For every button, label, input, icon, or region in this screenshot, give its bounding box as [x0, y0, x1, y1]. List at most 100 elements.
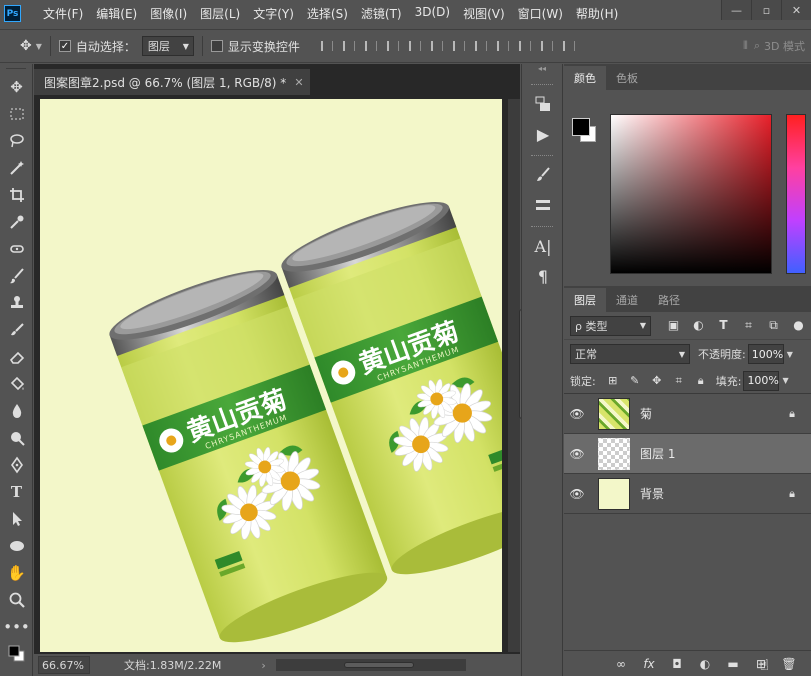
auto-select-checkbox[interactable]: ✓ — [58, 40, 71, 52]
blur-tool-icon[interactable] — [0, 397, 33, 424]
tab-color[interactable]: 颜色 — [564, 66, 606, 90]
hue-slider[interactable] — [786, 114, 806, 274]
chevron-down-icon[interactable]: ▼ — [782, 376, 788, 385]
lock-position-icon[interactable]: ✥ — [646, 374, 668, 388]
healing-brush-tool-icon[interactable] — [0, 235, 33, 262]
lock-paint-icon[interactable]: ✎ — [624, 374, 646, 388]
lock-transparency-icon[interactable]: ⊞ — [602, 374, 624, 388]
menu-type[interactable]: 文字(Y) — [253, 5, 294, 22]
distribute-left-icon[interactable] — [514, 37, 536, 55]
close-window-button[interactable]: ✕ — [781, 0, 811, 20]
stamp-tool-icon[interactable] — [0, 289, 33, 316]
eyedropper-tool-icon[interactable] — [0, 208, 33, 235]
menu-help[interactable]: 帮助(H) — [576, 5, 618, 22]
close-icon[interactable]: ✕ — [294, 76, 303, 89]
brush-presets-icon[interactable] — [522, 190, 564, 220]
chevron-down-icon[interactable]: ▼ — [36, 42, 42, 51]
link-icon[interactable]: ∞ — [607, 657, 635, 671]
align-left-icon[interactable] — [382, 37, 404, 55]
align-top-icon[interactable] — [316, 37, 338, 55]
search-icon[interactable]: ⌕ — [754, 39, 760, 53]
brush-settings-icon[interactable] — [522, 160, 564, 190]
menu-layer[interactable]: 图层(L) — [200, 5, 240, 22]
dodge-tool-icon[interactable] — [0, 424, 33, 451]
paint-bucket-tool-icon[interactable] — [0, 370, 33, 397]
shape-filter-icon[interactable]: ⌗ — [736, 318, 761, 333]
fx-icon[interactable]: fx — [635, 657, 663, 671]
lasso-tool-icon[interactable] — [0, 127, 33, 154]
distribute-right-icon[interactable] — [558, 37, 580, 55]
path-selection-tool-icon[interactable] — [0, 505, 33, 532]
adjustment-icon[interactable]: ◐ — [691, 657, 719, 671]
layer-row-layer1[interactable]: 👁︎ 图层 1 — [564, 434, 811, 474]
canvas[interactable]: 黄山贡菊 CHRYSANTHEMUM 黄山贡菊 CHRYSANTHEMUM — [40, 99, 502, 652]
layer-kind-dropdown[interactable]: ρ 类型 ▼ — [570, 315, 651, 336]
fg-bg-color-icon[interactable] — [0, 640, 33, 667]
lock-artboard-icon[interactable]: ⌗ — [668, 374, 690, 388]
menu-window[interactable]: 窗口(W) — [518, 5, 563, 22]
menu-view[interactable]: 视图(V) — [463, 5, 505, 22]
vertical-scrollbar[interactable] — [508, 99, 525, 652]
history-brush-tool-icon[interactable] — [0, 316, 33, 343]
actions-play-icon[interactable]: ▶ — [522, 119, 564, 149]
distribute-hcenter-icon[interactable] — [536, 37, 558, 55]
magic-wand-tool-icon[interactable] — [0, 154, 33, 181]
adjustment-filter-icon[interactable]: ◐ — [686, 318, 711, 333]
opacity-field[interactable]: 100% — [747, 344, 784, 364]
pen-tool-icon[interactable] — [0, 451, 33, 478]
align-hcenter-icon[interactable] — [404, 37, 426, 55]
auto-select-dropdown[interactable]: 图层 ▼ — [141, 36, 194, 56]
align-right-icon[interactable] — [426, 37, 448, 55]
menu-file[interactable]: 文件(F) — [43, 5, 83, 22]
menu-3d[interactable]: 3D(D) — [415, 5, 450, 22]
chevron-down-icon[interactable]: ▼ — [787, 350, 793, 359]
blend-mode-dropdown[interactable]: 正常 ▼ — [570, 344, 690, 364]
collapse-icon[interactable]: ◂◂ — [522, 64, 562, 78]
horizontal-scrollbar[interactable] — [275, 659, 466, 671]
distribute-vcenter-icon[interactable] — [470, 37, 492, 55]
folder-icon[interactable]: ▬ — [719, 657, 747, 671]
tab-layers[interactable]: 图层 — [564, 288, 606, 312]
zoom-level-field[interactable]: 66.67% — [38, 656, 90, 674]
brush-tool-icon[interactable] — [0, 262, 33, 289]
visibility-eye-icon[interactable]: 👁︎ — [564, 447, 590, 461]
ellipse-tool-icon[interactable] — [0, 532, 33, 559]
color-picker-field[interactable] — [610, 114, 772, 274]
align-vcenter-icon[interactable] — [338, 37, 360, 55]
layer-row-background[interactable]: 👁︎ 背景 🔒︎ — [564, 474, 811, 514]
type-tool-icon[interactable]: T — [0, 478, 33, 505]
fill-field[interactable]: 100% — [743, 370, 780, 391]
distribute-bottom-icon[interactable] — [492, 37, 514, 55]
hand-tool-icon[interactable]: ✋ — [0, 559, 33, 586]
tab-channels[interactable]: 通道 — [606, 288, 648, 312]
restore-button[interactable]: ▫ — [751, 0, 781, 20]
auto-align-icon[interactable]: ⦀ — [743, 39, 748, 53]
menu-edit[interactable]: 编辑(E) — [96, 5, 137, 22]
document-info[interactable]: 文档:1.83M/2.22M — [124, 657, 221, 673]
distribute-top-icon[interactable] — [448, 37, 470, 55]
tab-swatches[interactable]: 色板 — [606, 66, 648, 90]
menu-image[interactable]: 图像(I) — [150, 5, 187, 22]
horizontal-scroll-thumb[interactable] — [343, 662, 414, 668]
more-tools-icon[interactable]: ••• — [0, 613, 33, 640]
visibility-eye-icon[interactable]: 👁︎ — [564, 487, 590, 501]
document-tab[interactable]: 图案图章2.psd @ 66.7% (图层 1, RGB/8) * ✕ — [34, 69, 310, 95]
move-tool-icon[interactable]: ✥ — [0, 73, 33, 100]
smart-object-filter-icon[interactable]: ⧉ — [761, 318, 786, 333]
menu-select[interactable]: 选择(S) — [307, 5, 348, 22]
visibility-eye-icon[interactable]: 👁︎ — [564, 407, 590, 421]
minimize-button[interactable]: — — [721, 0, 751, 20]
marquee-tool-icon[interactable] — [0, 100, 33, 127]
trash-icon[interactable]: 🗑︎ — [775, 657, 803, 671]
character-panel-icon[interactable]: A| — [522, 231, 564, 261]
crop-tool-icon[interactable] — [0, 181, 33, 208]
foreground-color-swatch[interactable] — [572, 118, 590, 136]
menu-filter[interactable]: 滤镜(T) — [361, 5, 402, 22]
lock-all-icon[interactable]: 🔒︎ — [690, 374, 712, 388]
move-tool-preset-icon[interactable]: ✥ — [20, 38, 32, 54]
image-filter-icon[interactable]: ▣ — [661, 318, 686, 333]
show-transform-checkbox[interactable] — [210, 40, 223, 52]
paragraph-panel-icon[interactable]: ¶ — [522, 261, 564, 291]
history-panel-icon[interactable] — [522, 89, 564, 119]
layer-row-ju[interactable]: 👁︎ 菊 🔒︎ — [564, 394, 811, 434]
